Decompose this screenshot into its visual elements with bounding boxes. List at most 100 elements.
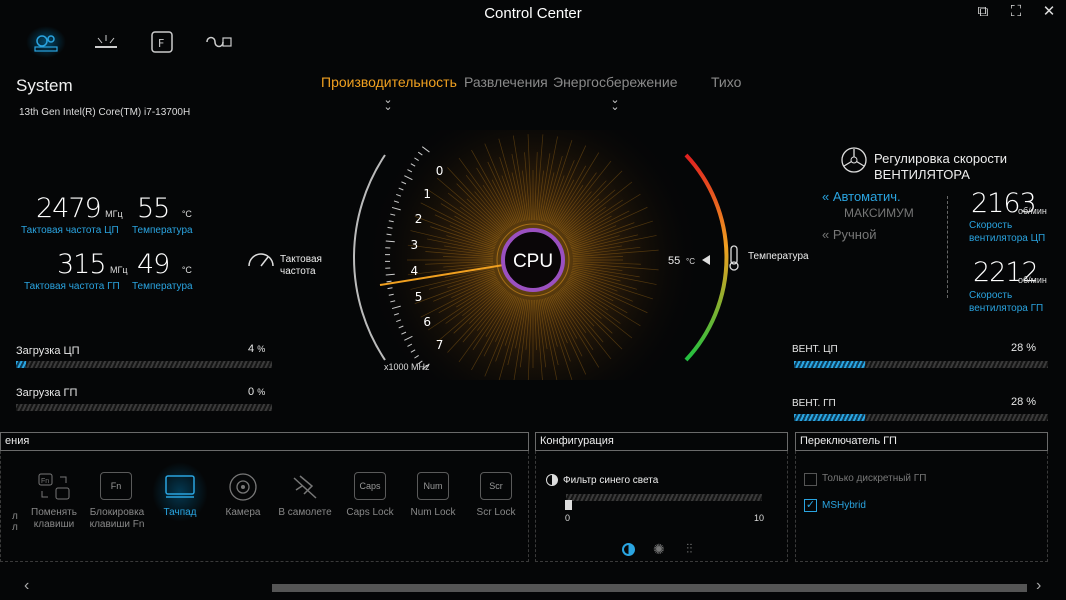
bluelight-mode-icon[interactable] [622, 543, 635, 556]
cpu-clock-stat: 2479 МГц [36, 193, 123, 224]
fan-mode-max[interactable]: МАКСИМУМ [844, 206, 914, 220]
gauge-unit: x1000 MHz [384, 362, 430, 372]
fan-divider [947, 196, 948, 298]
cpu-fan-speed-label2: вентилятора ЦП [969, 233, 1046, 244]
slider-max: 10 [754, 513, 765, 523]
cpu-temp-unit: °C [181, 209, 192, 219]
fn-lock-label: Блокировка клавиши Fn [89, 507, 145, 530]
clock-tick-mark [386, 233, 392, 236]
fn-key-icon[interactable]: F [142, 26, 182, 58]
gpu-fan-speed-label2: вентилятора ГП [969, 303, 1044, 314]
clock-tick-mark [386, 280, 392, 283]
mshybrid-label: MSHybrid [822, 500, 866, 511]
gpu-fan-value: 28 % [1011, 396, 1037, 408]
bluelight-slider-thumb[interactable] [565, 500, 572, 510]
brightness-icon[interactable]: ✺ [653, 541, 665, 558]
cpu-load-label: Загрузка ЦП [16, 345, 80, 357]
mshybrid-checkbox[interactable]: ✓ [804, 499, 817, 512]
num-lock-label: Num Lock [410, 507, 456, 518]
restore-icon[interactable]: ⧉ [972, 2, 994, 22]
num-lock-key[interactable]: Num [417, 472, 449, 500]
caps-lock-key[interactable]: Caps [354, 472, 386, 500]
temp-gauge-label: Температура [748, 251, 809, 262]
clock-tick-label: 0 [436, 164, 444, 178]
mode-silent[interactable]: Тихо [711, 74, 741, 90]
close-icon[interactable]: ✕ [1038, 2, 1060, 22]
maximize-icon[interactable]: ⛶ [1005, 2, 1027, 22]
airplane-label: В самолете [278, 507, 332, 518]
cpu-clock-label: Тактовая частота ЦП [21, 225, 119, 236]
fan-mode-manual[interactable]: « Ручной [822, 227, 876, 242]
scr-lock-label: Scr Lock [476, 507, 516, 518]
cpu-fan-speed-label1: Скорость [969, 220, 1013, 231]
bluelight-icon [546, 474, 558, 486]
cpu-fan-value: 28 % [1011, 342, 1037, 354]
cpu-fan-bar-fill [794, 361, 866, 368]
fan-mode-auto[interactable]: « Автоматич. [822, 189, 901, 204]
cpu-load-bar-fill [16, 361, 27, 368]
horizontal-scrollbar[interactable] [272, 584, 1027, 592]
thermometer-icon [726, 244, 742, 277]
gpu-temp-unit: °C [181, 265, 192, 275]
discrete-gpu-checkbox[interactable] [804, 473, 817, 486]
fan-title-line2: ВЕНТИЛЯТОРА [874, 167, 970, 182]
lighting-icon[interactable] [86, 26, 126, 58]
gpu-fan-speed-label1: Скорость [969, 290, 1013, 301]
config-panel-header: Конфигурация [535, 432, 788, 451]
gpu-fan-bar-fill [794, 414, 866, 421]
gpu-fan-bar [794, 414, 1048, 421]
chevron-down-icon: ⌄ ⌄ [610, 94, 620, 113]
clock-gauge-label: Тактовая частота [280, 254, 322, 277]
swap-keys-icon[interactable]: Fn [38, 472, 70, 502]
scroll-left-icon[interactable]: ‹ [24, 577, 29, 595]
mode-power-saving[interactable]: Энергосбережение [553, 74, 678, 90]
usb-icon[interactable] [198, 26, 238, 58]
airplane-icon[interactable] [290, 472, 320, 507]
fan-icon [840, 146, 868, 179]
cpu-temp-stat: 55 °C [137, 193, 192, 224]
clock-tick-label: 3 [411, 238, 419, 252]
cpu-clock-unit: МГц [105, 209, 123, 219]
chevron-down-icon: ⌄ ⌄ [383, 94, 393, 113]
keys-panel-title: ения [5, 435, 30, 447]
config-panel-title: Конфигурация [540, 435, 614, 447]
slider-min: 0 [565, 513, 571, 523]
speedometer-icon [246, 248, 276, 275]
temp-pointer-icon [702, 255, 710, 265]
gpu-fan-label: ВЕНТ. ГП [792, 398, 836, 409]
camera-label: Камера [225, 507, 261, 518]
gpu-clock-label: Тактовая частота ГП [24, 281, 120, 292]
gpu-switch-header: Переключатель ГП [795, 432, 1048, 451]
gauge-temp-value: 55 [668, 255, 680, 267]
gauge-temp-unit: °C [686, 257, 695, 266]
camera-icon[interactable] [228, 472, 258, 507]
system-settings-icon[interactable] [26, 26, 66, 58]
gpu-temp-label: Температура [132, 281, 193, 292]
scr-lock-key[interactable]: Scr [480, 472, 512, 500]
clock-tick-label: 1 [423, 187, 431, 201]
touchpad-icon[interactable] [164, 474, 196, 505]
gpu-load-value: 0 % [248, 386, 266, 398]
swap-keys-label: Поменять клавиши [31, 507, 77, 530]
cpu-temp-value: 55 [137, 193, 170, 224]
svg-text:Fn: Fn [41, 478, 49, 485]
window-title: Control Center [484, 5, 582, 22]
fn-lock-key[interactable]: Fn [100, 472, 132, 500]
clock-tick-label: 5 [415, 290, 423, 304]
svg-text:F: F [158, 37, 164, 50]
gpu-fan-speed-unit: об/мин [1018, 275, 1047, 285]
fan-title-line1: Регулировка скорости [874, 151, 1008, 166]
gpu-clock-value: 315 [57, 249, 107, 280]
gpu-clock-unit: МГц [110, 265, 128, 275]
mode-performance[interactable]: Производительность [321, 74, 457, 90]
system-title: System [16, 76, 73, 95]
bluelight-slider[interactable] [566, 494, 762, 501]
scroll-right-icon[interactable]: › [1036, 577, 1041, 595]
keys-panel-header: ения [0, 432, 529, 451]
mode-entertainment[interactable]: Развлечения [464, 74, 548, 90]
caps-lock-label: Caps Lock [346, 507, 394, 518]
clock-tick-label: 2 [415, 212, 423, 226]
sound-wave-icon[interactable]: ⫶⫶ [686, 541, 693, 557]
cpu-center-label: CPU [513, 251, 553, 272]
title-bar: Control Center ⧉ ⛶ ✕ [0, 0, 1066, 24]
